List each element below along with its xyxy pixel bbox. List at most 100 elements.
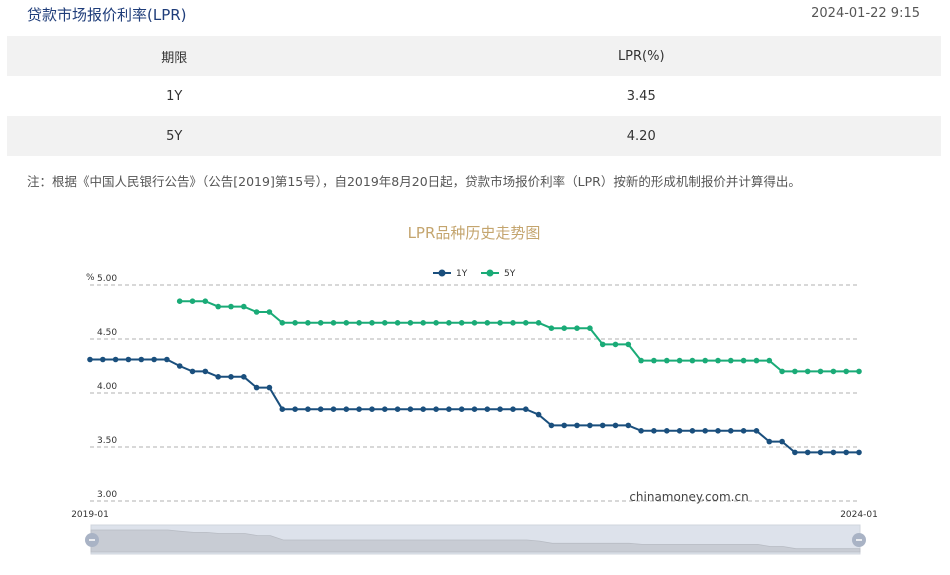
data-point-1y[interactable] [664,428,670,434]
data-point-5y[interactable] [369,320,375,326]
data-point-5y[interactable] [702,357,708,364]
data-point-5y[interactable] [471,320,478,326]
data-point-1y[interactable] [125,356,132,363]
data-point-5y[interactable] [779,368,785,375]
data-point-5y[interactable] [625,341,632,348]
data-point-5y[interactable] [651,357,657,364]
data-point-1y[interactable] [497,406,503,412]
data-point-1y[interactable] [651,428,657,434]
data-point-1y[interactable] [715,428,721,434]
data-point-5y[interactable] [612,341,619,348]
data-point-1y[interactable] [561,422,567,429]
data-point-1y[interactable] [241,374,247,380]
data-point-5y[interactable] [446,320,452,326]
data-point-1y[interactable] [87,356,93,363]
data-point-1y[interactable] [164,356,170,363]
data-point-1y[interactable] [702,428,708,434]
data-point-1y[interactable] [574,422,580,429]
data-point-5y[interactable] [202,298,209,304]
data-point-5y[interactable] [664,357,670,364]
data-point-1y[interactable] [792,449,798,456]
data-point-1y[interactable] [420,406,427,412]
data-point-5y[interactable] [792,368,798,375]
data-point-5y[interactable] [228,303,234,310]
data-point-5y[interactable] [728,357,734,364]
data-point-5y[interactable] [292,320,298,326]
data-point-1y[interactable] [510,406,516,412]
data-point-5y[interactable] [215,303,221,310]
zoom-handle-right[interactable] [852,533,866,547]
data-point-5y[interactable] [484,320,491,326]
data-point-1y[interactable] [356,406,362,412]
data-point-5y[interactable] [433,320,439,326]
data-point-5y[interactable] [766,357,773,364]
data-point-5y[interactable] [241,303,247,310]
legend-item-1y[interactable]: 1Y [433,269,468,279]
data-point-1y[interactable] [112,356,119,363]
data-point-5y[interactable] [510,320,516,326]
data-point-1y[interactable] [151,356,157,363]
data-point-5y[interactable] [599,341,606,348]
data-point-1y[interactable] [676,428,683,434]
data-point-1y[interactable] [843,449,849,456]
data-point-1y[interactable] [740,428,747,434]
data-point-1y[interactable] [317,406,324,412]
data-point-5y[interactable] [587,325,593,331]
data-point-1y[interactable] [523,406,529,412]
zoom-handle-left[interactable] [85,533,99,547]
data-point-1y[interactable] [394,406,401,412]
data-point-1y[interactable] [599,422,606,429]
data-point-5y[interactable] [676,357,683,364]
data-point-1y[interactable] [138,356,145,363]
data-point-5y[interactable] [189,298,196,304]
data-point-5y[interactable] [561,325,567,331]
data-point-1y[interactable] [292,406,298,412]
data-point-1y[interactable] [305,406,311,412]
data-point-1y[interactable] [548,422,555,429]
data-point-1y[interactable] [189,368,196,375]
data-point-1y[interactable] [535,411,542,418]
data-point-1y[interactable] [779,438,785,445]
data-point-5y[interactable] [753,357,760,364]
data-point-1y[interactable] [689,428,696,434]
data-point-5y[interactable] [523,320,529,326]
data-point-1y[interactable] [330,406,337,412]
data-point-5y[interactable] [817,368,824,375]
data-point-1y[interactable] [638,428,644,434]
data-point-1y[interactable] [753,428,760,434]
data-point-1y[interactable] [817,449,824,456]
data-point-1y[interactable] [612,422,619,429]
data-point-5y[interactable] [689,357,696,364]
data-zoom-slider[interactable] [85,524,866,555]
data-point-1y[interactable] [266,384,273,391]
data-point-1y[interactable] [228,374,234,380]
data-point-5y[interactable] [856,368,862,375]
data-point-1y[interactable] [382,406,388,412]
data-point-1y[interactable] [100,356,106,363]
data-point-1y[interactable] [407,406,414,412]
data-point-5y[interactable] [420,320,427,326]
data-point-1y[interactable] [728,428,734,434]
data-point-5y[interactable] [330,320,337,326]
legend-item-5y[interactable]: 5Y [481,269,516,279]
data-point-1y[interactable] [830,449,837,456]
data-point-5y[interactable] [343,320,350,326]
data-point-1y[interactable] [484,406,491,412]
data-point-1y[interactable] [804,449,811,456]
data-point-1y[interactable] [458,406,465,412]
data-point-5y[interactable] [407,320,414,326]
data-point-5y[interactable] [638,357,644,364]
data-point-5y[interactable] [574,325,580,331]
data-point-1y[interactable] [202,368,209,375]
data-point-1y[interactable] [369,406,375,412]
data-point-5y[interactable] [458,320,465,326]
data-point-5y[interactable] [548,325,555,331]
data-point-1y[interactable] [625,422,632,429]
data-point-5y[interactable] [382,320,388,326]
data-point-5y[interactable] [394,320,401,326]
data-point-5y[interactable] [804,368,811,375]
data-point-5y[interactable] [497,320,503,326]
data-point-1y[interactable] [176,363,183,369]
data-point-5y[interactable] [843,368,849,375]
data-point-1y[interactable] [343,406,350,412]
